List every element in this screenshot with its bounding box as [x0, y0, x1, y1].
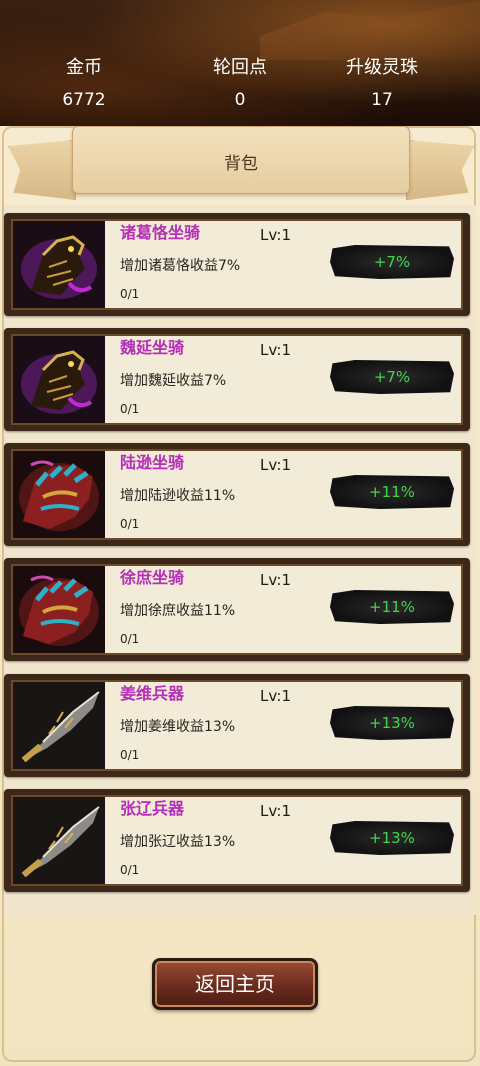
gold-label: 金币	[66, 57, 102, 78]
bonus-badge: +13%	[330, 706, 454, 740]
item-description: 增加诸葛恪收益7%	[120, 258, 241, 274]
item-card[interactable]: 张辽兵器 Lv:1 增加张辽收益13% 0/1 +13%	[4, 789, 470, 892]
item-name: 诸葛恪坐骑	[120, 223, 201, 242]
blade-icon	[13, 682, 105, 769]
bonus-badge: +7%	[330, 360, 454, 394]
item-level: Lv:1	[260, 571, 292, 589]
item-level: Lv:1	[260, 802, 292, 820]
item-name: 姜维兵器	[120, 684, 185, 703]
item-name: 张辽兵器	[120, 799, 185, 818]
item-count: 0/1	[120, 402, 140, 416]
item-level: Lv:1	[260, 456, 292, 474]
item-description: 增加徐庶收益11%	[120, 603, 236, 619]
upgrade-orb-label: 升级灵珠	[346, 57, 418, 78]
item-card[interactable]: 姜维兵器 Lv:1 增加姜维收益13% 0/1 +13%	[4, 674, 470, 777]
upgrade-orb-value: 17	[371, 90, 393, 110]
horse-purple-icon	[13, 221, 105, 308]
item-card[interactable]: 徐庶坐骑 Lv:1 增加徐庶收益11% 0/1 +11%	[4, 558, 470, 661]
panel-title: 背包	[224, 154, 258, 174]
horse-armored-icon	[13, 566, 105, 653]
return-home-button[interactable]: 返回主页	[152, 958, 318, 1010]
title-scroll-banner: 背包	[72, 126, 410, 194]
gold-stat: 金币 6772	[24, 57, 144, 111]
bonus-badge: +13%	[330, 821, 454, 855]
rebirth-points-stat: 轮回点 0	[180, 57, 300, 111]
item-count: 0/1	[120, 632, 140, 646]
item-description: 增加陆逊收益11%	[120, 488, 236, 504]
item-count: 0/1	[120, 748, 140, 762]
item-name: 魏延坐骑	[120, 338, 185, 357]
horse-armored-icon	[13, 451, 105, 538]
item-level: Lv:1	[260, 226, 292, 244]
item-description: 增加魏延收益7%	[120, 373, 227, 389]
bonus-badge: +7%	[330, 245, 454, 279]
item-name: 徐庶坐骑	[120, 568, 185, 587]
item-count: 0/1	[120, 517, 140, 531]
bonus-badge: +11%	[330, 590, 454, 624]
rebirth-points-value: 0	[234, 90, 246, 110]
item-card[interactable]: 陆逊坐骑 Lv:1 增加陆逊收益11% 0/1 +11%	[4, 443, 470, 546]
blade-icon	[13, 797, 105, 884]
item-count: 0/1	[120, 287, 140, 301]
header-scenery	[260, 0, 480, 60]
item-card[interactable]: 魏延坐骑 Lv:1 增加魏延收益7% 0/1 +7%	[4, 328, 470, 431]
item-description: 增加张辽收益13%	[120, 834, 236, 850]
item-count: 0/1	[120, 863, 140, 877]
horse-purple-icon	[13, 336, 105, 423]
bonus-badge: +11%	[330, 475, 454, 509]
header-banner: 金币 6772 轮回点 0 升级灵珠 17	[0, 0, 480, 126]
upgrade-orb-stat: 升级灵珠 17	[322, 57, 442, 111]
item-name: 陆逊坐骑	[120, 453, 185, 472]
item-description: 增加姜维收益13%	[120, 719, 236, 735]
rebirth-points-label: 轮回点	[213, 57, 267, 78]
gold-value: 6772	[62, 90, 106, 110]
item-level: Lv:1	[260, 341, 292, 359]
item-level: Lv:1	[260, 687, 292, 705]
item-card[interactable]: 诸葛恪坐骑 Lv:1 增加诸葛恪收益7% 0/1 +7%	[4, 213, 470, 316]
